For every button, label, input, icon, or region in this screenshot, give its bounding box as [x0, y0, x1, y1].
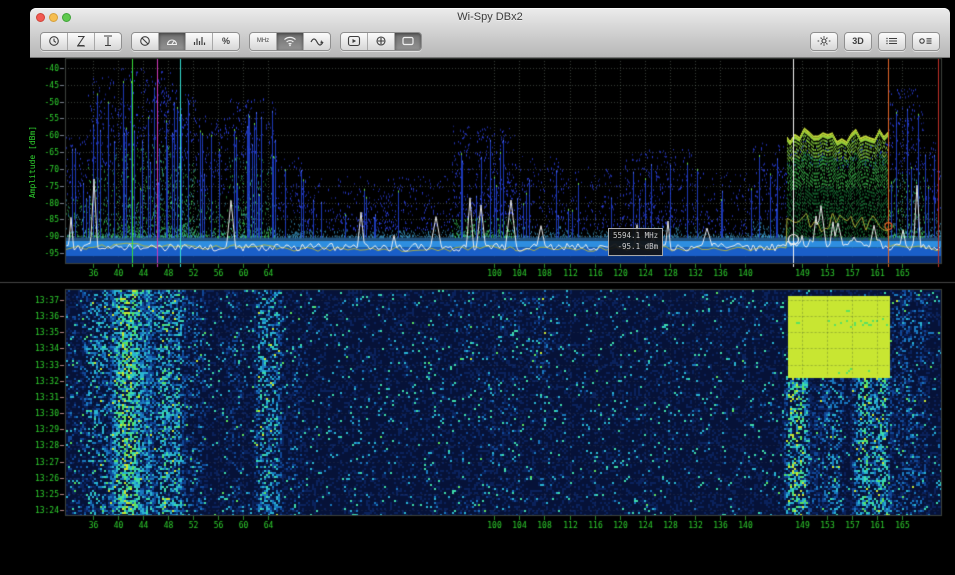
time-controls-group [40, 32, 122, 51]
disable-icon [137, 35, 153, 47]
window-title: Wi-Spy DBx2 [30, 11, 950, 23]
hourglass-end-icon [100, 35, 116, 47]
titlebar: Wi-Spy DBx2 [30, 8, 950, 27]
right-toolbar: 3D [810, 32, 940, 51]
annotation-button[interactable] [394, 33, 421, 50]
clock-icon [46, 35, 62, 47]
list-icon [884, 35, 900, 47]
wi-spy-app: { "window": { "title": "Wi-Spy DBx2", "t… [0, 0, 955, 575]
disable-view-button[interactable] [132, 33, 158, 50]
tooltip-frequency: 5594.1 MHz [613, 231, 658, 242]
view-controls-group: % [131, 32, 240, 51]
display-controls-group: MHz [249, 32, 331, 51]
crosshair-icon [373, 35, 389, 47]
wifi-icon [282, 35, 298, 47]
utilization-button[interactable]: % [212, 33, 239, 50]
three-d-view-button[interactable]: 3D [845, 33, 871, 50]
annotation-icon [400, 35, 416, 47]
play-recording-button[interactable] [341, 33, 367, 50]
sweep-wave-icon [309, 35, 325, 47]
three-d-label: 3D [852, 36, 864, 46]
density-gauge-icon [164, 35, 180, 47]
cursor-tooltip: 5594.1 MHz -95.1 dBm [608, 228, 663, 256]
session-controls-group [340, 32, 422, 51]
mhz-label: MHz [257, 38, 269, 44]
clock-button[interactable] [41, 33, 67, 50]
window-chrome: Wi-Spy DBx2 % [30, 8, 950, 58]
mhz-units-button[interactable]: MHz [250, 33, 276, 50]
play-icon [346, 35, 362, 47]
gear-icon [816, 35, 832, 47]
hourglass-start-icon [73, 35, 89, 47]
timespan-start-button[interactable] [67, 33, 94, 50]
density-view-button[interactable] [158, 33, 185, 50]
waterfall-view-button[interactable] [185, 33, 212, 50]
waterfall-bars-icon [191, 35, 207, 47]
wifi-networks-button[interactable] [276, 33, 303, 50]
percent-icon: % [222, 36, 230, 46]
list-view-button[interactable] [879, 33, 905, 50]
settings-button[interactable] [811, 33, 837, 50]
sweep-button[interactable] [303, 33, 330, 50]
detail-view-button[interactable] [913, 33, 939, 50]
crosshair-button[interactable] [367, 33, 394, 50]
amplitude-axis-title: Amplitude [dBm] [28, 102, 38, 222]
timespan-end-button[interactable] [94, 33, 121, 50]
toolbar: % MHz [30, 27, 950, 55]
tooltip-amplitude: -95.1 dBm [613, 242, 658, 253]
detail-list-icon [918, 35, 934, 47]
spectrum-charts-canvas[interactable] [0, 0, 955, 575]
